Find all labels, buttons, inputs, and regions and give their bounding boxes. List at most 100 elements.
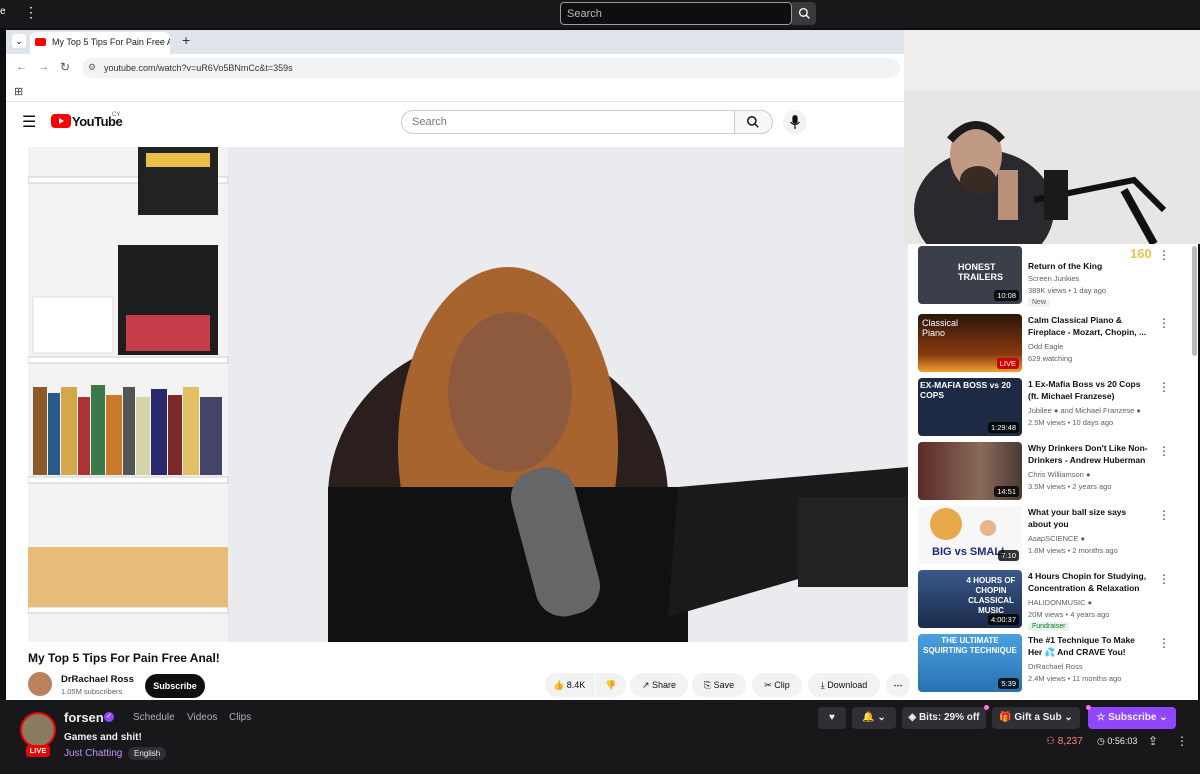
recommendation-item[interactable]: Classical Piano LIVE Calm Classical Pian… bbox=[918, 314, 1188, 374]
gift-icon: 🎁 bbox=[999, 712, 1012, 723]
recommendation-channel[interactable]: Chris Williamson ● bbox=[1028, 470, 1090, 479]
save-button[interactable]: ⎘ Save bbox=[692, 673, 746, 697]
gift-sub-button[interactable]: 🎁 Gift a Sub ⌄ bbox=[992, 707, 1080, 729]
recommendation-thumbnail[interactable]: EX-MAFIA BOSS vs 20 COPS 1:29:48 bbox=[918, 378, 1022, 436]
tab-search-icon[interactable]: ⌄ bbox=[12, 34, 26, 48]
stream-category[interactable]: Just Chatting bbox=[64, 748, 122, 759]
recommendation-title[interactable]: The #1 Technique To Make Her 💦 And CRAVE… bbox=[1028, 634, 1150, 658]
more-options-icon[interactable]: ⋮ bbox=[1158, 444, 1170, 458]
bits-label: Bits: 29% off bbox=[918, 712, 980, 723]
recommendation-thumbnail[interactable]: HONEST TRAILERS 10:08 bbox=[918, 246, 1022, 304]
recommendation-title[interactable]: 4 Hours Chopin for Studying, Concentrati… bbox=[1028, 570, 1150, 594]
hamburger-menu-icon[interactable]: ☰ bbox=[22, 112, 36, 132]
recommendation-title[interactable]: What your ball size says about you bbox=[1028, 506, 1150, 530]
recommendation-meta: 2.5M views • 10 days ago bbox=[1028, 418, 1114, 427]
streamer-name[interactable]: forsen bbox=[64, 710, 104, 725]
recommendation-thumbnail[interactable]: 4 HOURS OF CHOPIN CLASSICAL MUSIC 4:00:3… bbox=[918, 570, 1022, 628]
duration-badge: 7:10 bbox=[998, 550, 1019, 561]
more-options-icon[interactable]: ⋮ bbox=[1158, 572, 1170, 586]
reload-icon[interactable]: ↻ bbox=[60, 60, 70, 74]
bits-button[interactable]: ◈ Bits: 29% off bbox=[902, 707, 986, 729]
more-options-icon[interactable]: ⋮ bbox=[1158, 508, 1170, 522]
channel-name[interactable]: Jubilee bbox=[1028, 406, 1052, 415]
recommendation-thumbnail[interactable]: Classical Piano LIVE bbox=[918, 314, 1022, 372]
youtube-subscribe-button[interactable]: Subscribe bbox=[145, 674, 205, 698]
recommendations-scrollbar[interactable] bbox=[1192, 246, 1197, 356]
recommendation-item[interactable]: THE ULTIMATE SQUIRTING TECHNIQUE 5:39 Th… bbox=[918, 634, 1188, 694]
recommendation-thumbnail[interactable]: THE ULTIMATE SQUIRTING TECHNIQUE 5:39 bbox=[918, 634, 1022, 692]
verified-icon: ● bbox=[1087, 598, 1093, 607]
recommendation-item[interactable]: BIG vs SMALL 7:10 What your ball size sa… bbox=[918, 506, 1188, 566]
site-info-icon[interactable]: ⚙ bbox=[88, 62, 96, 73]
channel-name[interactable]: AsapSCIENCE bbox=[1028, 534, 1078, 543]
recommendation-item[interactable]: HONEST TRAILERS 10:08 Return of the King… bbox=[918, 246, 1188, 307]
more-options-icon[interactable]: ⋮ bbox=[1176, 734, 1188, 748]
video-player[interactable] bbox=[28, 147, 908, 642]
more-options-icon[interactable]: ⋮ bbox=[1158, 380, 1170, 394]
nav-videos[interactable]: Videos bbox=[187, 712, 217, 723]
more-options-icon[interactable]: ⋮ bbox=[1158, 636, 1170, 650]
uptime: ◷ 0:56:03 bbox=[1097, 736, 1137, 747]
more-options-icon[interactable]: ⋮ bbox=[1158, 248, 1170, 262]
youtube-search-input[interactable]: Search bbox=[401, 110, 735, 134]
duration-badge: 10:08 bbox=[994, 290, 1019, 301]
more-actions-button[interactable]: ⋯ bbox=[886, 673, 910, 697]
channel-name-2[interactable]: and Michael Franzese bbox=[1061, 406, 1135, 415]
clip-button[interactable]: ✂ Clip bbox=[752, 673, 802, 697]
channel-name[interactable]: HALIDONMUSIC bbox=[1028, 598, 1086, 607]
bookmarks-bar: ⊞ bbox=[6, 82, 906, 102]
recommendation-title[interactable]: 1 Ex-Mafia Boss vs 20 Cops (ft. Michael … bbox=[1028, 378, 1150, 402]
share-icon: ↗ bbox=[641, 680, 650, 690]
twitch-subscribe-button[interactable]: ☆ Subscribe ⌄ bbox=[1088, 707, 1176, 729]
share-button[interactable]: ↗ Share bbox=[630, 673, 688, 697]
back-icon[interactable]: ← bbox=[16, 61, 27, 73]
recommendation-meta: 3.5M views • 2 years ago bbox=[1028, 482, 1112, 491]
dislike-button[interactable]: 👎 bbox=[596, 673, 626, 697]
recommendation-thumbnail[interactable]: 14:51 bbox=[918, 442, 1022, 500]
thumbnail-text: THE ULTIMATE SQUIRTING TECHNIQUE bbox=[923, 636, 1017, 655]
recommendation-meta: 20M views • 4 years ago bbox=[1028, 610, 1110, 619]
voice-search-button[interactable] bbox=[783, 110, 807, 134]
channel-name[interactable]: DrRachael Ross bbox=[61, 674, 134, 685]
channel-avatar[interactable] bbox=[28, 672, 52, 696]
nav-schedule[interactable]: Schedule bbox=[133, 712, 175, 723]
clip-label: Clip bbox=[774, 680, 790, 690]
recommendation-channel[interactable]: Odd Eagle bbox=[1028, 342, 1063, 351]
browser-tab[interactable]: My Top 5 Tips For Pain Free Anal! bbox=[30, 32, 170, 54]
recommendation-item[interactable]: EX-MAFIA BOSS vs 20 COPS 1:29:48 1 Ex-Ma… bbox=[918, 378, 1188, 438]
verified-icon: ● bbox=[1136, 406, 1141, 415]
like-button[interactable]: 👍 8.4K bbox=[545, 673, 595, 697]
recommendation-channel[interactable]: DrRachael Ross bbox=[1028, 662, 1083, 671]
search-icon bbox=[747, 116, 759, 128]
recommendation-thumbnail[interactable]: BIG vs SMALL 7:10 bbox=[918, 506, 1022, 564]
nav-clips[interactable]: Clips bbox=[229, 712, 251, 723]
recommendation-title[interactable]: Return of the King bbox=[1028, 260, 1150, 272]
notifications-button[interactable]: 🔔 ⌄ bbox=[852, 707, 896, 729]
apps-grid-icon[interactable]: ⊞ bbox=[14, 85, 23, 98]
more-options-icon[interactable]: ⋮ bbox=[1158, 316, 1170, 330]
download-button[interactable]: ⤓ Download bbox=[808, 673, 880, 697]
recommendation-channel[interactable]: Jubilee ● and Michael Franzese ● bbox=[1028, 406, 1141, 415]
youtube-logo-icon[interactable] bbox=[51, 114, 71, 128]
streamer-avatar[interactable] bbox=[20, 712, 56, 748]
kebab-menu-icon[interactable]: ⋮ bbox=[24, 4, 38, 21]
recommendation-channel[interactable]: HALIDONMUSIC ● bbox=[1028, 598, 1092, 607]
recommendation-channel[interactable]: Screen Junkies bbox=[1028, 274, 1079, 283]
outer-search-input[interactable]: Search bbox=[560, 2, 792, 25]
follow-button[interactable]: ♥ bbox=[818, 707, 846, 729]
youtube-search-button[interactable] bbox=[735, 110, 773, 134]
duration-badge: 1:29:48 bbox=[987, 422, 1019, 433]
new-tab-icon[interactable]: + bbox=[182, 32, 190, 48]
recommendation-item[interactable]: 14:51 Why Drinkers Don't Like Non-Drinke… bbox=[918, 442, 1188, 502]
language-tag[interactable]: English bbox=[128, 747, 167, 760]
live-badge: LIVE bbox=[26, 745, 50, 757]
recommendation-channel[interactable]: AsapSCIENCE ● bbox=[1028, 534, 1085, 543]
forward-icon[interactable]: → bbox=[38, 61, 49, 73]
recommendation-item[interactable]: 4 HOURS OF CHOPIN CLASSICAL MUSIC 4:00:3… bbox=[918, 570, 1188, 631]
channel-name[interactable]: Chris Williamson bbox=[1028, 470, 1084, 479]
recommendation-title[interactable]: Calm Classical Piano & Fireplace - Mozar… bbox=[1028, 314, 1150, 338]
address-bar[interactable]: ⚙ youtube.com/watch?v=uR6Vo5BNmCc&t=359s bbox=[82, 58, 900, 78]
recommendation-title[interactable]: Why Drinkers Don't Like Non-Drinkers - A… bbox=[1028, 442, 1150, 466]
share-icon[interactable]: ⇪ bbox=[1148, 734, 1158, 748]
outer-search-button[interactable] bbox=[792, 2, 816, 25]
